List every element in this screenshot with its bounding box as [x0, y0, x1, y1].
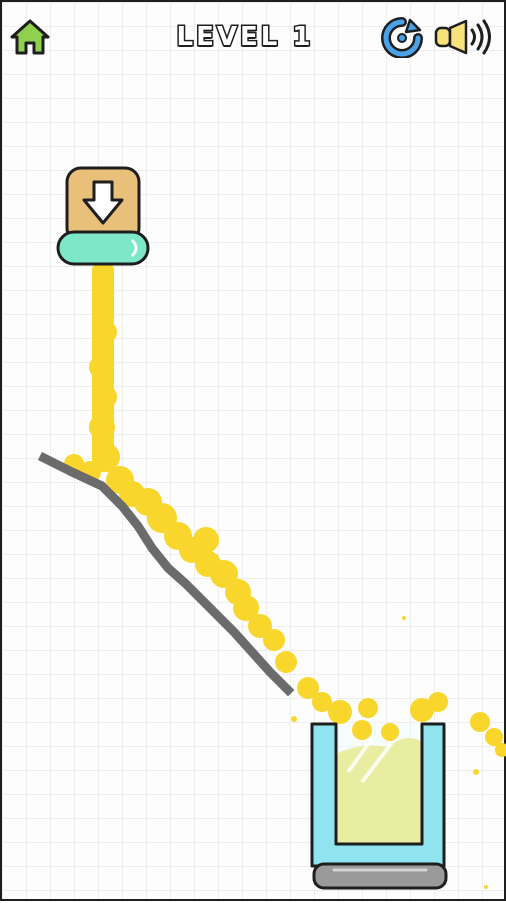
- faucet[interactable]: [56, 166, 150, 266]
- game-canvas[interactable]: LEVEL 1: [0, 0, 506, 901]
- glass-base: [312, 862, 448, 890]
- glass-back: [328, 724, 432, 854]
- game-scene: [37, 166, 506, 890]
- drawn-line: [37, 451, 295, 697]
